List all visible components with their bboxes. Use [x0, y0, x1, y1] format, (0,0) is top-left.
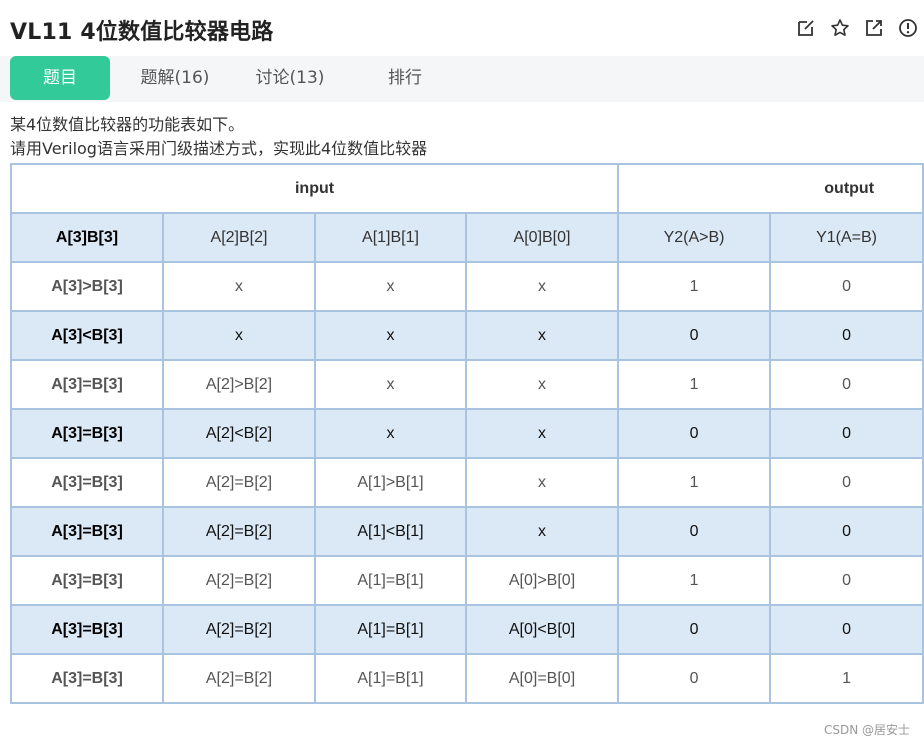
table-cell: x	[464, 408, 620, 459]
description-line-1: 某4位数值比较器的功能表如下。	[10, 115, 245, 134]
description-line-2: 请用Verilog语言采用门级描述方式，实现此4位数值比较器	[10, 139, 428, 158]
table-row: A[3]=B[3] A[2]=B[2] A[1]>B[1] x 1 0	[10, 457, 924, 508]
page: VL11 4位数值比较器电路 题目 题解(16) 讨论(13) 排行 某4位数值…	[0, 0, 924, 746]
table-cell: 0	[769, 310, 924, 361]
problem-description: 某4位数值比较器的功能表如下。 请用Verilog语言采用门级描述方式，实现此4…	[10, 113, 427, 161]
table-cell: 0	[769, 359, 924, 410]
row-header-cell: A[3]<B[3]	[10, 310, 164, 361]
header-actions	[796, 18, 918, 38]
column-header: Y2(A>B)	[617, 212, 772, 263]
table-cell: 0	[617, 604, 772, 655]
table-cell: 1	[617, 359, 772, 410]
row-header-cell: A[3]>B[3]	[10, 261, 164, 312]
table-cell: x	[314, 261, 467, 312]
tab-discussion[interactable]: 讨论(13)	[240, 56, 340, 100]
column-header: A[0]B[0]	[464, 212, 620, 263]
table-cell: 1	[769, 653, 924, 704]
problem-header: VL11 4位数值比较器电路	[0, 0, 924, 56]
table-row: A[3]=B[3] A[2]<B[2] x x 0 0	[10, 408, 924, 459]
external-link-icon[interactable]	[864, 18, 884, 38]
row-header-cell: A[3]=B[3]	[10, 604, 164, 655]
table-cell: A[2]=B[2]	[162, 604, 316, 655]
table-cell: A[2]>B[2]	[162, 359, 316, 410]
table-cell: x	[162, 310, 316, 361]
table-row: A[3]>B[3] x x x 1 0	[10, 261, 924, 312]
table-cell: 0	[617, 310, 772, 361]
table-cell: A[0]<B[0]	[464, 604, 620, 655]
page-title: VL11 4位数值比较器电路	[10, 20, 274, 45]
edit-icon[interactable]	[796, 18, 816, 38]
row-header-cell: A[3]=B[3]	[10, 653, 164, 704]
table-cell: A[1]>B[1]	[314, 457, 467, 508]
table-cell: x	[464, 506, 620, 557]
table-cell: 1	[617, 261, 772, 312]
tab-bar: 题目 题解(16) 讨论(13) 排行	[0, 56, 924, 102]
column-header: A[1]B[1]	[314, 212, 467, 263]
table-cell: A[1]<B[1]	[314, 506, 467, 557]
table-cell: A[2]=B[2]	[162, 555, 316, 606]
table-cell: x	[464, 261, 620, 312]
table-cell: x	[314, 408, 467, 459]
star-icon[interactable]	[830, 18, 850, 38]
output-group-header: output	[617, 163, 924, 214]
table-cell: 1	[617, 457, 772, 508]
row-header-cell: A[3]=B[3]	[10, 457, 164, 508]
table-cell: A[2]<B[2]	[162, 408, 316, 459]
column-header: A[3]B[3]	[10, 212, 164, 263]
table-row: A[3]=B[3] A[2]=B[2] A[1]=B[1] A[0]<B[0] 0 0	[10, 604, 924, 655]
input-group-header: input	[9, 163, 620, 214]
table-cell: 1	[617, 555, 772, 606]
table-cell: A[0]>B[0]	[464, 555, 620, 606]
table-row: A[3]=B[3] A[2]>B[2] x x 1 0	[10, 359, 924, 410]
table-cell: x	[464, 457, 620, 508]
table-cell: x	[314, 359, 467, 410]
table-cell: 0	[769, 261, 924, 312]
table-row: A[3]=B[3] A[2]=B[2] A[1]<B[1] x 0 0	[10, 506, 924, 557]
table-cell: x	[464, 359, 620, 410]
table-cell: A[2]=B[2]	[162, 457, 316, 508]
table-cell: x	[162, 261, 316, 312]
column-header-row: A[3]B[3] A[2]B[2] A[1]B[1] A[0]B[0] Y2(A…	[10, 212, 924, 263]
table-cell: 0	[769, 457, 924, 508]
info-icon[interactable]	[898, 18, 918, 38]
group-header-row: input output	[9, 163, 924, 214]
row-header-cell: A[3]=B[3]	[10, 408, 164, 459]
table-cell: A[1]=B[1]	[314, 555, 467, 606]
row-header-cell: A[3]=B[3]	[10, 506, 164, 557]
watermark: CSDN @居安士	[823, 723, 910, 737]
table-cell: A[1]=B[1]	[314, 604, 467, 655]
table-cell: A[2]=B[2]	[162, 653, 316, 704]
table-cell: x	[314, 310, 467, 361]
table-cell: A[2]=B[2]	[162, 506, 316, 557]
row-header-cell: A[3]=B[3]	[10, 555, 164, 606]
table-cell: x	[464, 310, 620, 361]
table-cell: A[1]=B[1]	[314, 653, 467, 704]
table-cell: 0	[617, 653, 772, 704]
table-cell: 0	[617, 506, 772, 557]
row-header-cell: A[3]=B[3]	[10, 359, 164, 410]
column-header: Y1(A=B)	[769, 212, 924, 263]
tab-ranking[interactable]: 排行	[355, 56, 455, 100]
table-row: A[3]=B[3] A[2]=B[2] A[1]=B[1] A[0]=B[0] 0 1	[10, 653, 924, 704]
table-cell: 0	[769, 604, 924, 655]
table-cell: 0	[769, 408, 924, 459]
table-cell: 0	[769, 506, 924, 557]
table-row: A[3]=B[3] A[2]=B[2] A[1]=B[1] A[0]>B[0] 1 0	[10, 555, 924, 606]
table-row: A[3]<B[3] x x x 0 0	[10, 310, 924, 361]
function-table: input output A[3]B[3] A[2]B[2] A[1]B[1] …	[9, 163, 924, 704]
tab-solutions[interactable]: 题解(16)	[125, 56, 225, 100]
table-cell: 0	[617, 408, 772, 459]
table-cell: 0	[769, 555, 924, 606]
table-cell: A[0]=B[0]	[464, 653, 620, 704]
column-header: A[2]B[2]	[162, 212, 316, 263]
tab-problem[interactable]: 题目	[10, 56, 110, 100]
